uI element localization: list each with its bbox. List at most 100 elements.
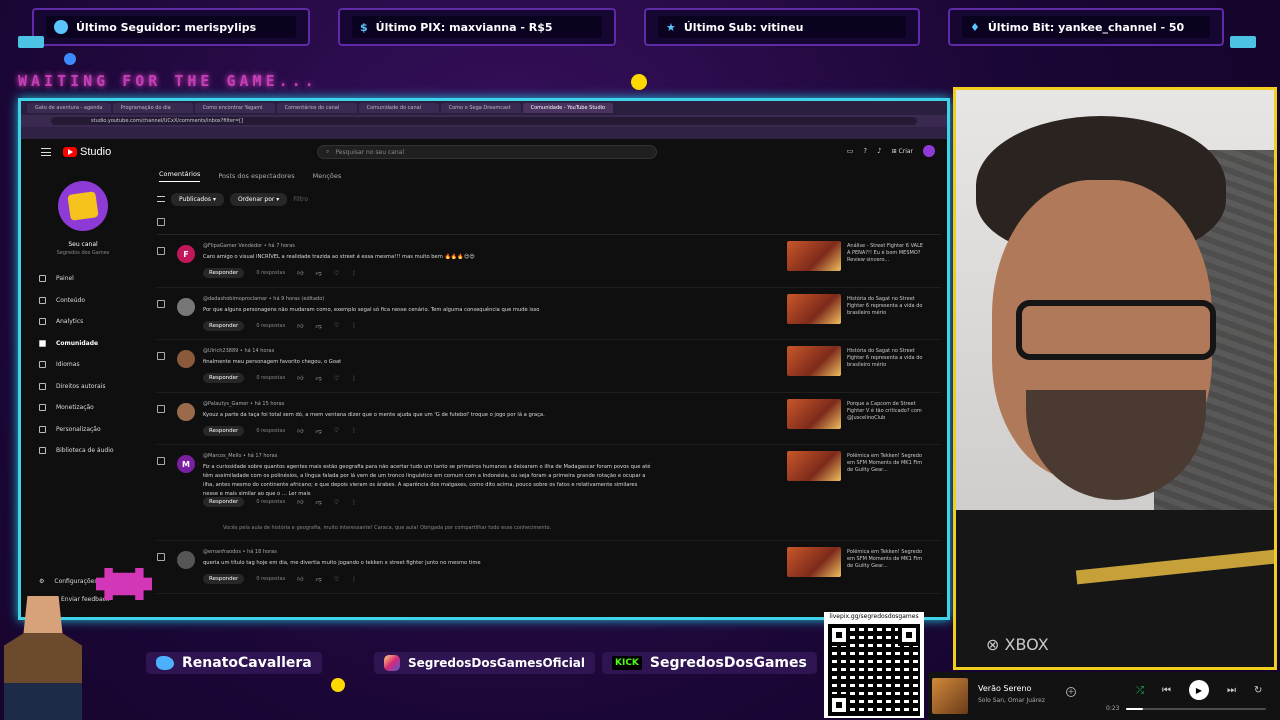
sort-chip[interactable]: Ordenar por ▾	[229, 192, 288, 206]
reply-button[interactable]: Responder	[203, 320, 245, 331]
heart-icon[interactable]: ♡	[334, 322, 339, 329]
dislike-icon[interactable]: 👎︎	[315, 322, 321, 330]
browser-tab[interactable]: Programação do dia	[112, 103, 193, 113]
commenter-avatar[interactable]	[177, 350, 195, 368]
account-avatar[interactable]	[923, 145, 935, 157]
sidebar-item-idiomas[interactable]: Idiomas	[21, 354, 145, 376]
commenter-avatar[interactable]	[177, 402, 195, 421]
video-thumbnail[interactable]	[787, 398, 841, 429]
reply-button[interactable]: Responder	[203, 497, 245, 507]
commenter-avatar[interactable]	[177, 551, 195, 569]
like-icon[interactable]: 👍︎	[297, 427, 303, 435]
create-button[interactable]: ⊞ Criar	[892, 148, 913, 155]
next-icon[interactable]: ⏭	[1227, 685, 1236, 696]
url-input[interactable]: studio.youtube.com/channel/UCxX/comments…	[51, 117, 917, 125]
menu-icon[interactable]	[41, 148, 51, 156]
studio-logo[interactable]: Studio	[63, 146, 111, 158]
filter-icon[interactable]	[157, 196, 165, 202]
comment-checkbox[interactable]	[157, 553, 165, 561]
replies-count[interactable]: 0 respostas	[256, 375, 285, 381]
sidebar-item-painel[interactable]: Painel	[21, 268, 145, 290]
like-icon[interactable]: 👍︎	[297, 269, 303, 277]
tab-viewer-posts[interactable]: Posts dos espectadores	[218, 172, 294, 180]
sidebar-item-audio[interactable]: Biblioteca de áudio	[21, 440, 145, 462]
video-thumbnail[interactable]	[787, 346, 841, 376]
browser-tab[interactable]: Gato de aventura - agenda	[27, 103, 111, 113]
previous-icon[interactable]: ⏮	[1162, 685, 1171, 696]
browser-tab[interactable]: Como encontrar Yagami	[194, 103, 275, 113]
heart-icon[interactable]: ♡	[334, 270, 339, 277]
comment-author[interactable]: @Ulrich23889 • há 14 horas	[203, 348, 274, 354]
dislike-icon[interactable]: 👎︎	[315, 427, 321, 435]
channel-avatar[interactable]	[58, 181, 108, 231]
reply-suggestions[interactable]: Vocês pela aula de história e geografia,…	[223, 525, 551, 531]
add-to-library-icon[interactable]: +	[1066, 687, 1076, 697]
sidebar-item-settings[interactable]: ⚙ Configurações	[21, 578, 97, 585]
comment-checkbox[interactable]	[157, 299, 165, 308]
more-icon[interactable]: ⋮	[351, 375, 357, 382]
browser-tab-active[interactable]: Comunidade - YouTube Studio	[522, 103, 614, 113]
filter-input[interactable]: Filtro	[293, 196, 308, 203]
commenter-avatar[interactable]: F	[177, 245, 195, 263]
published-chip[interactable]: Publicados ▾	[171, 192, 224, 206]
heart-icon[interactable]: ♡	[334, 499, 339, 506]
reply-button[interactable]: Responder	[203, 268, 245, 278]
comment-checkbox[interactable]	[157, 247, 165, 255]
video-title[interactable]: Porque a Capcom de Street Fighter V é tã…	[847, 401, 927, 422]
sidebar-item-conteudo[interactable]: Conteúdo	[21, 290, 145, 312]
like-icon[interactable]: 👍︎	[297, 374, 303, 382]
comment-author[interactable]: @dadashobimoproclamar • há 9 horas (edit…	[203, 296, 324, 302]
reply-button[interactable]: Responder	[203, 425, 245, 436]
video-title[interactable]: Polêmica em Tekken! Segredo em SFM Momen…	[847, 453, 927, 474]
tab-mentions[interactable]: Menções	[313, 172, 342, 180]
comment-checkbox[interactable]	[157, 352, 165, 360]
dislike-icon[interactable]: 👎︎	[315, 498, 321, 506]
commenter-avatar[interactable]	[177, 297, 195, 316]
replies-count[interactable]: 0 respostas	[256, 499, 285, 505]
browser-tab[interactable]: Comunidade do canal	[358, 103, 439, 113]
video-thumbnail[interactable]	[787, 451, 841, 481]
comment-author[interactable]: @emanfraodos • há 18 horas	[203, 549, 277, 555]
sidebar-item-direitos[interactable]: Direitos autorais	[21, 376, 145, 398]
reply-button[interactable]: Responder	[203, 373, 245, 383]
play-button[interactable]: ▶	[1189, 680, 1209, 700]
comment-author[interactable]: @FlipaGamer Vendedor • há 7 horas	[203, 243, 295, 249]
like-icon[interactable]: 👍︎	[297, 498, 303, 506]
browser-tab[interactable]: Comentários do canal	[276, 103, 357, 113]
replies-count[interactable]: 0 respostas	[256, 576, 285, 582]
heart-icon[interactable]: ♡	[334, 427, 339, 434]
commenter-avatar[interactable]: M	[177, 455, 195, 473]
progress-bar[interactable]	[1126, 708, 1266, 710]
comment-checkbox[interactable]	[157, 457, 165, 465]
video-title[interactable]: História do Sagat no Street Fighter 6 re…	[847, 348, 927, 369]
video-thumbnail[interactable]	[787, 241, 841, 271]
sidebar-item-monetizacao[interactable]: Monetização	[21, 397, 145, 419]
dislike-icon[interactable]: 👎︎	[315, 374, 321, 382]
like-icon[interactable]: 👍︎	[297, 322, 303, 330]
video-thumbnail[interactable]	[787, 547, 841, 577]
comment-checkbox[interactable]	[157, 404, 165, 413]
more-icon[interactable]: ⋮	[351, 576, 357, 583]
more-icon[interactable]: ⋮	[351, 270, 357, 277]
feedback-link[interactable]: Enviar feedback	[61, 596, 109, 603]
more-icon[interactable]: ⋮	[351, 499, 357, 506]
replies-count[interactable]: 0 respostas	[256, 323, 285, 329]
replies-count[interactable]: 0 respostas	[256, 270, 285, 276]
shuffle-icon[interactable]: ⤮	[1136, 685, 1144, 696]
notifications-icon[interactable]: ♪	[877, 147, 881, 155]
video-title[interactable]: Polêmica em Tekken! Segredo em SFM Momen…	[847, 549, 927, 570]
reply-button[interactable]: Responder	[203, 574, 245, 584]
studio-search[interactable]: ⌕ Pesquisar no seu canal	[317, 145, 657, 159]
more-icon[interactable]: ⋮	[351, 322, 357, 329]
browser-tab[interactable]: Como o Sega Dreamcast	[440, 103, 521, 113]
tab-comments[interactable]: Comentários	[159, 170, 201, 182]
sidebar-item-personalizacao[interactable]: Personalização	[21, 419, 145, 441]
repeat-icon[interactable]: ↻	[1254, 685, 1262, 696]
select-all-checkbox[interactable]	[157, 217, 165, 226]
like-icon[interactable]: 👍︎	[297, 575, 303, 583]
comment-author[interactable]: @Marcos_Mello • há 17 horas	[203, 453, 277, 459]
sidebar-item-comunidade[interactable]: Comunidade	[21, 333, 145, 355]
help-icon[interactable]: ?	[863, 147, 867, 155]
replies-count[interactable]: 0 respostas	[256, 428, 285, 434]
video-title[interactable]: Análise - Street Fighter 6 VALE A PENA?!…	[847, 243, 927, 264]
